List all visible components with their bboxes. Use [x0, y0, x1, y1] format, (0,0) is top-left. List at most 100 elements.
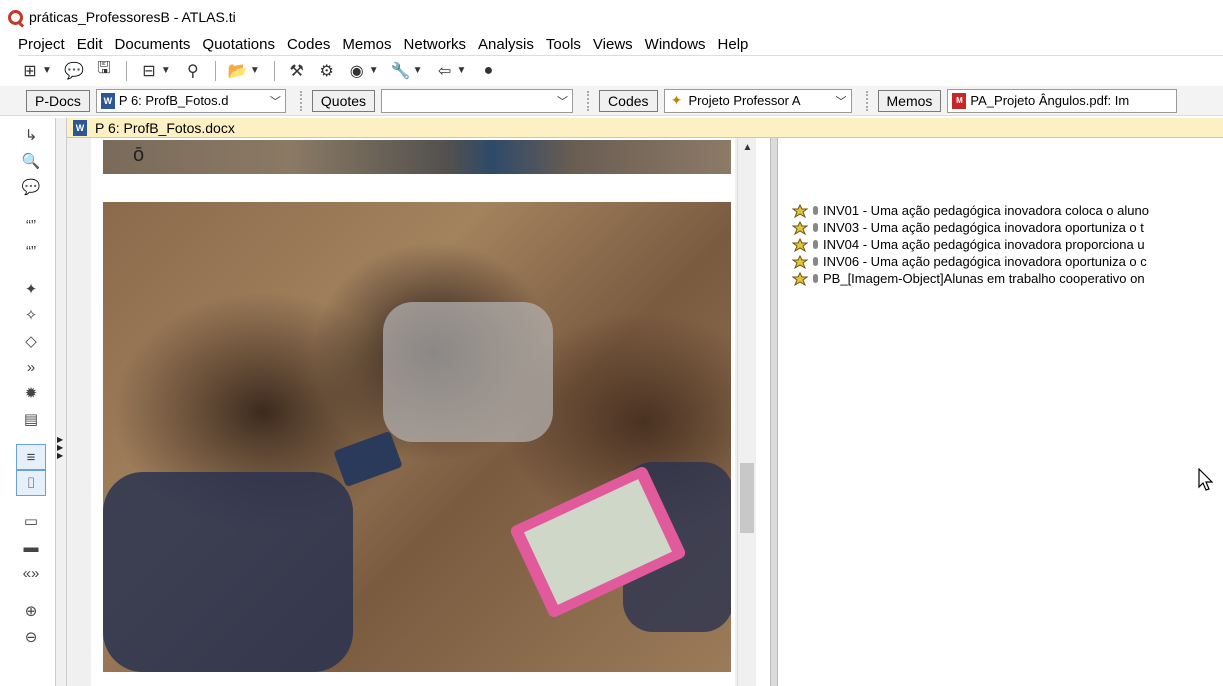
font-larger-icon[interactable]: ▬ — [16, 534, 46, 560]
quotes-select[interactable]: ﹀ — [381, 88, 574, 113]
comment-icon[interactable]: 💬 — [16, 174, 46, 200]
margin-splitter[interactable] — [770, 138, 778, 686]
pdocs-button[interactable]: P-Docs — [26, 89, 90, 112]
menu-networks[interactable]: Networks — [404, 36, 475, 53]
menu-codes[interactable]: Codes — [287, 36, 338, 53]
word-document-icon: W — [100, 92, 115, 109]
open-folder-dropdown-icon[interactable]: ▼ — [250, 65, 260, 76]
menu-tools[interactable]: Tools — [546, 36, 589, 53]
line-numbers-icon[interactable]: ≡ — [16, 444, 46, 470]
expand-arrows-icon[interactable]: ▶ ▶ ▶ — [57, 436, 63, 460]
memo-icon[interactable]: ▤ — [16, 406, 46, 432]
image-glyph-icon: ō — [133, 144, 145, 166]
manager-toolbar: P-Docs W P 6: ProfB_Fotos.d ﹀ Quotes ﹀ C… — [0, 86, 1223, 116]
margin-code-label: INV04 - Uma ação pedagógica inovadora pr… — [823, 237, 1145, 252]
window-title: práticas_ProfessoresB - ATLAS.ti — [29, 9, 236, 25]
xml-export-dropdown-icon[interactable]: ▼ — [369, 65, 379, 76]
menu-documents[interactable]: Documents — [115, 36, 199, 53]
margin-code-label: PB_[Imagem-Object]Alunas em trabalho coo… — [823, 271, 1145, 286]
document-photo[interactable] — [103, 202, 731, 672]
document-image-partial: ō — [103, 140, 731, 174]
code-icon: ✦ — [670, 92, 683, 108]
code-icon — [792, 271, 808, 286]
margin-code-item[interactable]: INV06 - Uma ação pedagógica inovadora op… — [792, 253, 1147, 270]
margin-code-item[interactable]: INV01 - Uma ação pedagógica inovadora co… — [792, 202, 1149, 219]
menu-windows[interactable]: Windows — [645, 36, 714, 53]
codes-select[interactable]: ✦ Projeto Professor A ﹀ — [663, 88, 852, 113]
atlas-ti-logo-icon — [8, 9, 23, 25]
memo-icon: M — [952, 92, 967, 109]
quote-marks-icon[interactable]: “” — [16, 212, 46, 238]
toolbar-grip — [299, 90, 306, 111]
toolbar-grip — [587, 90, 593, 111]
menu-memos[interactable]: Memos — [342, 36, 399, 53]
code-icon — [792, 237, 808, 252]
font-smaller-icon[interactable]: ▭ — [16, 508, 46, 534]
codes-select-value: Projeto Professor A — [688, 93, 801, 108]
memos-select-value: PA_Projeto Ângulos.pdf: Im — [970, 93, 1130, 108]
memos-button[interactable]: Memos — [877, 89, 942, 112]
code-autocode-icon[interactable]: ✹ — [16, 380, 46, 406]
menu-analysis[interactable]: Analysis — [478, 36, 542, 53]
margin-view-icon[interactable]: ⌷ — [16, 470, 46, 496]
document-tab-bar: W P 6: ProfB_Fotos.docx — [67, 118, 1223, 138]
chevron-down-icon[interactable]: ﹀ — [266, 93, 281, 109]
photo-shape — [103, 472, 353, 672]
menu-quotations[interactable]: Quotations — [202, 36, 283, 53]
menu-views[interactable]: Views — [593, 36, 641, 53]
code-tool-icon[interactable]: ⚒ — [285, 59, 309, 83]
back-arrow-icon[interactable]: ⇦ — [433, 59, 457, 83]
quote-marks-underlined-icon[interactable]: “” — [16, 238, 46, 264]
quotes-button[interactable]: Quotes — [311, 89, 376, 112]
search-icon[interactable]: 🔍 — [16, 148, 46, 174]
query-tool-icon[interactable]: ⚙ — [315, 59, 339, 83]
new-quotation-icon[interactable]: ⊞ — [18, 59, 42, 83]
margin-code-item[interactable]: INV04 - Uma ação pedagógica inovadora pr… — [792, 236, 1145, 253]
tree-view-dropdown-icon[interactable]: ▼ — [161, 65, 171, 76]
save-icon[interactable]: 🖫 — [92, 59, 116, 83]
open-folder-icon[interactable]: 📂 — [226, 59, 250, 83]
menu-help[interactable]: Help — [718, 36, 757, 53]
binoculars-search-icon[interactable]: ⚲ — [181, 59, 205, 83]
zoom-out-icon[interactable]: ⊖ — [16, 624, 46, 650]
margin-code-item[interactable]: INV03 - Uma ação pedagógica inovadora op… — [792, 219, 1144, 236]
quote-brackets-icon[interactable]: «» — [16, 560, 46, 586]
left-splitter[interactable]: ▶ ▶ ▶ — [55, 118, 67, 686]
memos-select[interactable]: M PA_Projeto Ângulos.pdf: Im — [947, 88, 1178, 113]
code-list-icon[interactable]: ◇ — [16, 328, 46, 354]
code-open-icon[interactable]: ✦ — [16, 276, 46, 302]
quotation-tree-icon[interactable]: ↳ — [16, 122, 46, 148]
photo-shape — [333, 430, 403, 488]
margin-code-item[interactable]: PB_[Imagem-Object]Alunas em trabalho coo… — [792, 270, 1145, 287]
comment-icon[interactable]: 💬 — [62, 59, 86, 83]
margin-area[interactable]: INV01 - Uma ação pedagógica inovadora co… — [786, 138, 1223, 686]
photo-shape — [383, 302, 553, 442]
document-tab-title[interactable]: P 6: ProfB_Fotos.docx — [95, 120, 235, 136]
tree-view-icon[interactable]: ⊟ — [137, 59, 161, 83]
new-quotation-dropdown-icon[interactable]: ▼ — [42, 65, 52, 76]
document-view[interactable]: ō — [67, 138, 737, 686]
code-quick-icon[interactable]: » — [16, 354, 46, 380]
codes-button[interactable]: Codes — [599, 89, 658, 112]
back-arrow-dropdown-icon[interactable]: ▼ — [457, 65, 467, 76]
code-icon — [792, 254, 808, 269]
word-document-icon: W — [73, 119, 87, 136]
scrollbar-thumb[interactable] — [740, 463, 754, 533]
scroll-up-icon[interactable]: ▲ — [738, 142, 757, 156]
wrench-dropdown-icon[interactable]: ▼ — [413, 65, 423, 76]
wrench-icon[interactable]: 🔧 — [389, 59, 413, 83]
code-in-vivo-icon[interactable]: ✧ — [16, 302, 46, 328]
code-color-dot-icon — [813, 223, 818, 232]
xml-export-icon[interactable]: ◉ — [345, 59, 369, 83]
chevron-down-icon[interactable]: ﹀ — [832, 93, 847, 109]
zoom-in-icon[interactable]: ⊕ — [16, 598, 46, 624]
title-bar: práticas_ProfessoresB - ATLAS.ti — [0, 0, 1223, 34]
document-scrollbar[interactable]: ▲ — [737, 138, 756, 686]
code-color-dot-icon — [813, 206, 818, 215]
toolbar-separator — [273, 60, 275, 81]
menu-project[interactable]: Project — [18, 36, 73, 53]
menu-edit[interactable]: Edit — [77, 36, 111, 53]
bomb-icon[interactable]: ● — [476, 59, 500, 83]
chevron-down-icon[interactable]: ﹀ — [553, 93, 568, 109]
pdocs-select[interactable]: W P 6: ProfB_Fotos.d ﹀ — [95, 88, 286, 113]
